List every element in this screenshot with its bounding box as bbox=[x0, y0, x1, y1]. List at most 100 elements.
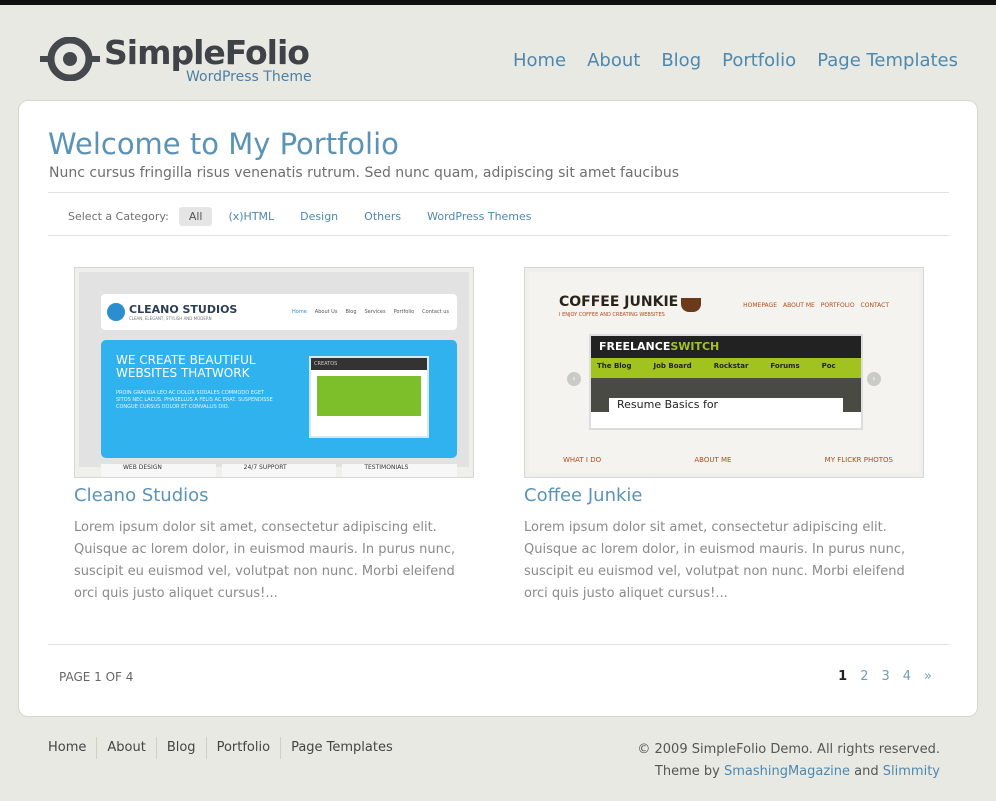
portfolio-item-title[interactable]: Coffee Junkie bbox=[524, 485, 924, 507]
logo-target-icon bbox=[40, 37, 100, 81]
thumbnail-menu-item: Home bbox=[292, 309, 307, 315]
thumbnail-link: MY FLICKR PHOTOS bbox=[824, 456, 893, 464]
portfolio-thumbnail[interactable]: COFFEE JUNKIE I ENJOY COFFEE AND CREATIN… bbox=[524, 267, 924, 478]
chevron-left-icon: ‹ bbox=[567, 372, 581, 386]
thumbnail-menu-item: Blog bbox=[345, 309, 357, 315]
nav-page-templates[interactable]: Page Templates bbox=[817, 49, 958, 73]
page-2[interactable]: 2 bbox=[860, 669, 868, 684]
category-others[interactable]: Others bbox=[354, 207, 411, 226]
thumbnail-backdrop: COFFEE JUNKIE I ENJOY COFFEE AND CREATIN… bbox=[529, 272, 919, 473]
thumbnail-menu: Home About Us Blog Services Portfolio Co… bbox=[292, 309, 449, 315]
theme-credit: Theme by SmashingMagazine and Slimmity bbox=[637, 761, 940, 783]
portfolio-item: COFFEE JUNKIE I ENJOY COFFEE AND CREATIN… bbox=[524, 267, 924, 605]
coffee-cup-icon bbox=[681, 298, 701, 312]
thumbnail-window-menu-item: Rockstar bbox=[713, 362, 749, 370]
category-all[interactable]: All bbox=[178, 206, 213, 226]
pagination: 1 2 3 4 » bbox=[838, 669, 932, 684]
thumbnail-link: ABOUT ME bbox=[694, 456, 732, 464]
thumbnail-window-brand: FREELANCESWITCH bbox=[591, 336, 861, 358]
footer-nav-page-templates[interactable]: Page Templates bbox=[280, 737, 403, 759]
thumbnail-menu-item: Services bbox=[364, 309, 386, 315]
portfolio-item-title[interactable]: Cleano Studios bbox=[74, 485, 474, 507]
thumbnail-backdrop: CLEANO STUDIOS CLEAN, ELEGANT, STYLISH A… bbox=[79, 272, 469, 477]
thumbnail-window-article: Resume Basics for bbox=[609, 398, 843, 412]
thumbnail-feature-row: WEB DESIGN 24/7 SUPPORT TESTIMONIALS bbox=[101, 464, 458, 477]
logo-subtitle: WordPress Theme bbox=[186, 69, 312, 85]
and-label: and bbox=[854, 764, 879, 779]
thumbnail-menu-item: CONTACT bbox=[860, 302, 889, 309]
site-header: SimpleFolio WordPress Theme Home About B… bbox=[0, 5, 996, 100]
next-page-link[interactable]: » bbox=[924, 669, 932, 684]
category-wordpress-themes[interactable]: WordPress Themes bbox=[417, 207, 541, 226]
footer-nav-blog[interactable]: Blog bbox=[155, 737, 206, 759]
thumbnail-window-menu-item: The Blog bbox=[597, 362, 632, 370]
thumbnail-feature: 24/7 SUPPORT bbox=[221, 464, 337, 477]
footer-nav-home[interactable]: Home bbox=[48, 737, 96, 759]
site-logo[interactable]: SimpleFolio WordPress Theme bbox=[40, 33, 330, 89]
thumbnail-menu-item: PORTFOLIO bbox=[820, 302, 855, 309]
theme-by-label: Theme by bbox=[654, 764, 720, 779]
thumbnail-menu-item: HOMEPAGE bbox=[743, 302, 778, 309]
portfolio-thumbnail[interactable]: CLEANO STUDIOS CLEAN, ELEGANT, STYLISH A… bbox=[74, 267, 474, 478]
thumbnail-feature: WEB DESIGN bbox=[101, 464, 216, 477]
thumbnail-menu-item: Portfolio bbox=[393, 309, 415, 315]
thumbnail-window-brand-a: FREELANCE bbox=[599, 340, 671, 353]
category-filter: Select a Category: All (x)HTML Design Ot… bbox=[68, 205, 548, 227]
page-3[interactable]: 3 bbox=[881, 669, 889, 684]
portfolio-item-excerpt: Lorem ipsum dolor sit amet, consectetur … bbox=[74, 520, 456, 601]
thumbnail-window-menu: The Blog Job Board Rockstar Forums Poc bbox=[591, 358, 861, 378]
nav-portfolio[interactable]: Portfolio bbox=[722, 49, 796, 73]
thumbnail-menu-item: Contact us bbox=[422, 309, 449, 315]
thumbnail-hero: WE CREATE BEAUTIFUL WEBSITES THATWORK PR… bbox=[101, 340, 457, 458]
thumbnail-link: WHAT I DO bbox=[563, 456, 602, 464]
smashingmagazine-link[interactable]: SmashingMagazine bbox=[724, 764, 850, 779]
divider bbox=[48, 192, 949, 193]
thumbnail-logo-icon bbox=[107, 303, 125, 321]
thumbnail-window-title: CREATOS bbox=[311, 358, 427, 370]
category-label: Select a Category: bbox=[68, 209, 169, 223]
page-1: 1 bbox=[838, 669, 848, 684]
thumbnail-window-body: Resume Basics for bbox=[591, 378, 861, 412]
thumbnail-brand: CLEANO STUDIOS bbox=[129, 303, 238, 316]
thumbnail-window-menu-item: Forums bbox=[770, 362, 800, 370]
content-card: Welcome to My Portfolio Nunc cursus frin… bbox=[18, 100, 978, 717]
footer-nav-about[interactable]: About bbox=[96, 737, 155, 759]
page-indicator: PAGE 1 OF 4 bbox=[59, 670, 134, 684]
divider bbox=[48, 644, 949, 645]
category-design[interactable]: Design bbox=[290, 207, 348, 226]
chevron-right-icon: › bbox=[867, 372, 881, 386]
footer-nav-portfolio[interactable]: Portfolio bbox=[205, 737, 280, 759]
page-description: Nunc cursus fringilla risus venenatis ru… bbox=[49, 165, 680, 181]
thumbnail-menu: HOMEPAGE ABOUT ME PORTFOLIO CONTACT bbox=[743, 302, 889, 309]
thumbnail-header: CLEANO STUDIOS CLEAN, ELEGANT, STYLISH A… bbox=[101, 294, 457, 330]
portfolio-item: CLEANO STUDIOS CLEAN, ELEGANT, STYLISH A… bbox=[74, 267, 474, 605]
slimmity-link[interactable]: Slimmity bbox=[883, 764, 940, 779]
thumbnail-links: WHAT I DO ABOUT ME MY FLICKR PHOTOS bbox=[563, 456, 893, 464]
thumbnail-menu-item: ABOUT ME bbox=[783, 302, 815, 309]
logo-name: SimpleFolio bbox=[104, 33, 310, 72]
nav-home[interactable]: Home bbox=[513, 49, 566, 73]
thumbnail-window: FREELANCESWITCH The Blog Job Board Rocks… bbox=[589, 334, 863, 430]
nav-blog[interactable]: Blog bbox=[661, 49, 701, 73]
category-xhtml[interactable]: (x)HTML bbox=[218, 207, 284, 226]
page-title: Welcome to My Portfolio bbox=[48, 127, 399, 161]
thumbnail-window-brand-b: SWITCH bbox=[670, 340, 720, 353]
thumbnail-feature: TESTIMONIALS bbox=[342, 464, 458, 477]
thumbnail-hero-title: WE CREATE BEAUTIFUL WEBSITES THATWORK bbox=[116, 353, 256, 380]
footer-nav: Home About Blog Portfolio Page Templates bbox=[48, 737, 403, 759]
divider bbox=[48, 235, 949, 236]
thumbnail-window-menu-item: Poc bbox=[821, 362, 836, 370]
nav-about[interactable]: About bbox=[587, 49, 640, 73]
footer-credits: © 2009 SimpleFolio Demo. All rights rese… bbox=[637, 739, 940, 783]
copyright: © 2009 SimpleFolio Demo. All rights rese… bbox=[637, 742, 940, 757]
thumbnail-window-panel bbox=[317, 376, 421, 416]
page-4[interactable]: 4 bbox=[903, 669, 911, 684]
thumbnail-tagline: I ENJOY COFFEE AND CREATING WEBSITES bbox=[559, 312, 665, 318]
thumbnail-window-menu-item: Job Board bbox=[653, 362, 692, 370]
thumbnail-menu-item: About Us bbox=[314, 309, 338, 315]
thumbnail-brand: COFFEE JUNKIE bbox=[559, 294, 679, 310]
portfolio-item-excerpt: Lorem ipsum dolor sit amet, consectetur … bbox=[524, 520, 906, 601]
thumbnail-hero-text: PROIN GRAVIDA LEO AC DOLOR SODALES COMMO… bbox=[116, 390, 273, 410]
main-nav: Home About Blog Portfolio Page Templates bbox=[513, 49, 958, 73]
thumbnail-tagline: CLEAN, ELEGANT, STYLISH AND MODERN bbox=[129, 316, 212, 321]
